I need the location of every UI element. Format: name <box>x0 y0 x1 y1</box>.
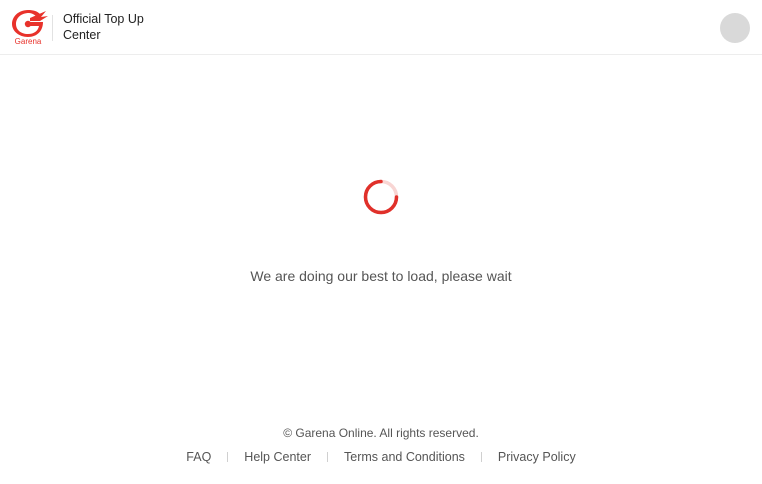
terms-link[interactable]: Terms and Conditions <box>344 450 465 464</box>
header: Garena Official Top Up Center <box>0 0 762 55</box>
copyright-text: © Garena Online. All rights reserved. <box>283 426 479 440</box>
logo-text: Garena <box>14 37 42 46</box>
avatar[interactable] <box>720 13 750 43</box>
header-divider <box>52 15 53 41</box>
spinner-icon <box>362 178 400 216</box>
help-center-link[interactable]: Help Center <box>244 450 311 464</box>
loading-message: We are doing our best to load, please wa… <box>250 268 512 284</box>
footer-links: FAQ Help Center Terms and Conditions Pri… <box>0 450 762 464</box>
faq-link[interactable]: FAQ <box>186 450 211 464</box>
garena-logo-icon <box>12 10 48 37</box>
garena-logo[interactable]: Garena <box>10 9 48 49</box>
footer-separator <box>480 452 482 462</box>
footer-separator <box>227 452 229 462</box>
page: Garena Official Top Up Center We are doi… <box>0 0 762 484</box>
footer-separator <box>327 452 328 462</box>
privacy-policy-link[interactable]: Privacy Policy <box>498 450 576 464</box>
page-title: Official Top Up Center <box>63 12 144 42</box>
